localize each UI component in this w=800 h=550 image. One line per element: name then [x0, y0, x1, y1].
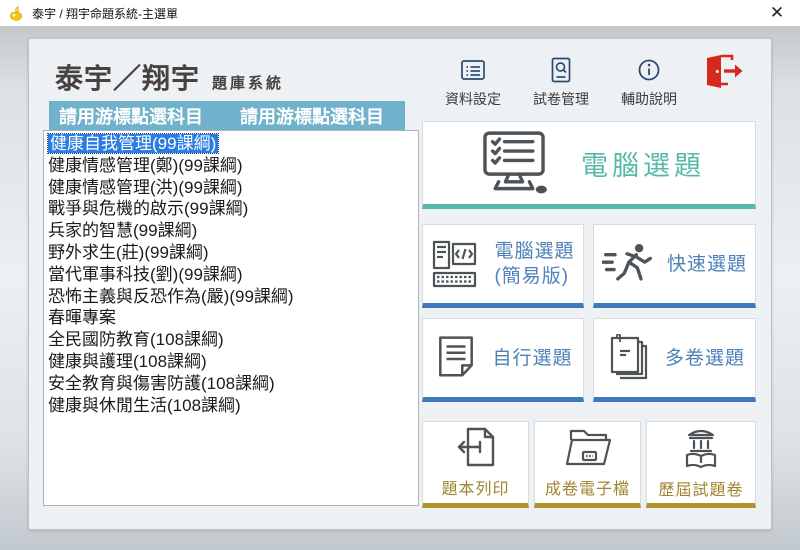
- subject-item[interactable]: 健康與休閒生活(108課綱): [48, 395, 418, 417]
- efile-button[interactable]: 成卷電子檔: [534, 421, 641, 508]
- close-button[interactable]: ✕: [764, 2, 790, 24]
- computer-select-label: 電腦選題: [581, 144, 705, 183]
- toolbar-label: 資料設定: [445, 89, 501, 109]
- multi-select-icon: [604, 334, 652, 382]
- computer-select-simple-button[interactable]: 電腦選題 (簡易版): [422, 224, 584, 308]
- subject-item[interactable]: 春暉專案: [48, 307, 418, 329]
- multi-select-button[interactable]: 多卷選題: [593, 318, 756, 402]
- computer-select-simple-icon: [431, 240, 481, 288]
- exit-door-icon: [704, 59, 744, 85]
- archive-label: 歷屆試題卷: [658, 476, 743, 500]
- computer-select-icon: [473, 129, 555, 197]
- computer-select-simple-label: 電腦選題 (簡易版): [494, 239, 574, 289]
- subject-item[interactable]: 安全教育與傷害防護(108課綱): [48, 373, 418, 395]
- quick-select-icon: [602, 241, 654, 287]
- subject-listbox[interactable]: 健康自我管理(99課綱) 健康情感管理(鄭)(99課綱) 健康情感管理(洪)(9…: [43, 130, 419, 506]
- subject-item[interactable]: 恐怖主義與反恐作為(嚴)(99課綱): [48, 286, 418, 308]
- quick-select-label: 快速選題: [667, 252, 747, 277]
- app-logo-icon: [8, 5, 25, 22]
- subject-item[interactable]: 戰爭與危機的啟示(99課綱): [48, 198, 418, 220]
- subject-list-header: 請用游標點選科目 請用游標點選科目: [49, 101, 405, 130]
- multi-select-label: 多卷選題: [665, 346, 745, 371]
- print-book-button[interactable]: 題本列印: [422, 421, 529, 508]
- toolbar-item-data-settings[interactable]: 資料設定: [437, 57, 509, 109]
- toolbar-label: 試卷管理: [533, 89, 589, 109]
- toolbar: 資料設定 試卷管理: [437, 57, 747, 109]
- window-body: 泰宇／翔宇題庫系統 資料設定: [0, 26, 800, 550]
- subject-item-selected[interactable]: 健康自我管理(99課綱): [48, 133, 418, 155]
- self-select-button[interactable]: 自行選題: [422, 318, 584, 402]
- subject-item[interactable]: 健康情感管理(洪)(99課綱): [48, 177, 418, 199]
- main-panel: 泰宇／翔宇題庫系統 資料設定: [28, 38, 772, 530]
- print-book-icon: [454, 426, 498, 468]
- subject-item[interactable]: 健康情感管理(鄭)(99課綱): [48, 155, 418, 177]
- help-icon: [637, 57, 661, 83]
- subject-item[interactable]: 全民國防教育(108課綱): [48, 329, 418, 351]
- app-logo: 泰宇／翔宇題庫系統: [55, 57, 284, 97]
- computer-select-button[interactable]: 電腦選題: [422, 121, 756, 209]
- subject-item[interactable]: 兵家的智慧(99課綱): [48, 220, 418, 242]
- logo-sub-text: 題庫系統: [212, 75, 284, 92]
- self-select-icon: [433, 335, 479, 381]
- archive-button[interactable]: 歷屆試題卷: [646, 421, 756, 508]
- quick-select-button[interactable]: 快速選題: [593, 224, 756, 308]
- efile-icon: [563, 426, 613, 468]
- print-book-label: 題本列印: [441, 475, 509, 499]
- subject-list-header-left: 請用游標點選科目: [59, 103, 203, 129]
- toolbar-item-exam-management[interactable]: 試卷管理: [525, 57, 597, 109]
- exam-management-icon: [550, 57, 572, 83]
- self-select-label: 自行選題: [492, 346, 572, 371]
- exit-button[interactable]: [701, 57, 747, 85]
- subject-list-header-right: 請用游標點選科目: [240, 103, 384, 129]
- archive-icon: [679, 425, 723, 469]
- subject-item[interactable]: 野外求生(莊)(99課綱): [48, 242, 418, 264]
- subject-item[interactable]: 當代軍事科技(劉)(99課綱): [48, 264, 418, 286]
- toolbar-item-help[interactable]: 輔助說明: [613, 57, 685, 109]
- window-title: 泰宇 / 翔宇命題系統-主選單: [32, 5, 178, 22]
- data-settings-icon: [460, 57, 486, 83]
- efile-label: 成卷電子檔: [545, 475, 630, 499]
- subject-item[interactable]: 健康與護理(108課綱): [48, 351, 418, 373]
- title-bar: 泰宇 / 翔宇命題系統-主選單 ✕: [0, 0, 800, 26]
- toolbar-label: 輔助說明: [621, 89, 677, 109]
- app-window: 泰宇 / 翔宇命題系統-主選單 ✕ 泰宇／翔宇題庫系統: [0, 0, 800, 550]
- logo-main-text: 泰宇／翔宇: [55, 63, 200, 94]
